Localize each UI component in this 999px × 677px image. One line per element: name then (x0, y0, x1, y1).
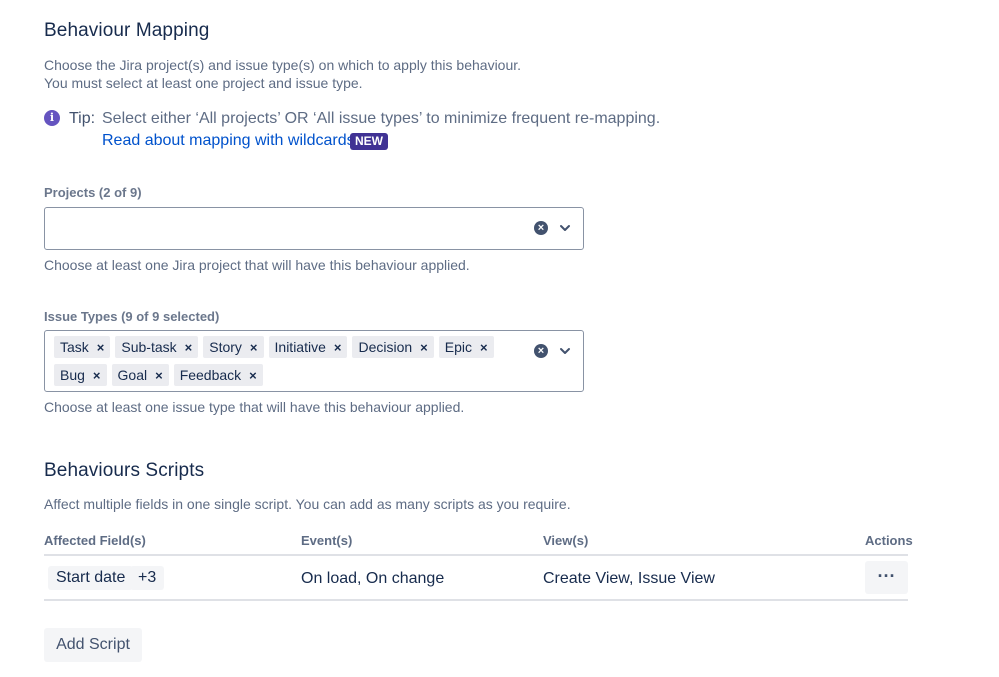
tag-label: Bug (60, 367, 85, 383)
remove-tag-icon[interactable]: × (249, 368, 257, 383)
add-script-button[interactable]: Add Script (44, 628, 142, 662)
ellipsis-icon: ··· (877, 566, 896, 586)
more-fields-chip[interactable]: +3 (130, 566, 165, 590)
tip-text: Select either ‘All projects’ OR ‘All iss… (102, 110, 661, 127)
tip-label: Tip: (69, 110, 96, 127)
field-chip: Start date (48, 566, 134, 590)
tag-label: Story (209, 339, 242, 355)
clear-icon[interactable]: × (534, 221, 548, 235)
tag-label: Task (60, 339, 89, 355)
tag-label: Epic (444, 339, 472, 355)
issue-types-label: Issue Types (9 of 9 selected) (44, 309, 220, 324)
mapping-description-line2: You must select at least one project and… (44, 75, 363, 91)
projects-helper: Choose at least one Jira project that wi… (44, 257, 470, 273)
remove-tag-icon[interactable]: × (185, 340, 193, 355)
wildcards-link[interactable]: Read about mapping with wildcards (102, 132, 355, 150)
projects-label: Projects (2 of 9) (44, 185, 142, 200)
chevron-down-icon[interactable] (559, 345, 571, 357)
clear-icon[interactable]: × (534, 344, 548, 358)
tag-label: Feedback (179, 367, 242, 383)
tag-label: Initiative (274, 339, 326, 355)
column-affected-fields: Affected Field(s) (44, 533, 146, 548)
tag-label: Decision (358, 339, 413, 355)
views-cell: Create View, Issue View (543, 570, 715, 587)
scripts-description: Affect multiple fields in one single scr… (44, 496, 571, 512)
table-header-divider (44, 554, 908, 556)
remove-tag-icon[interactable]: × (155, 368, 163, 383)
issue-type-tag: Sub-task × (115, 336, 199, 358)
remove-tag-icon[interactable]: × (334, 340, 342, 355)
issue-type-tag: Task × (54, 336, 111, 358)
tag-label: Goal (117, 367, 148, 383)
issue-type-tag: Bug × (54, 364, 107, 386)
issue-type-tag: Goal × (111, 364, 169, 386)
column-actions: Actions (865, 533, 913, 548)
issue-type-tags: Task × Sub-task × Story × Initiative × Decis… (54, 336, 524, 386)
issue-types-helper: Choose at least one issue type that will… (44, 399, 465, 415)
more-actions-button[interactable]: ··· (865, 561, 908, 594)
remove-tag-icon[interactable]: × (97, 340, 105, 355)
tag-label: Sub-task (121, 339, 177, 355)
issue-type-tag: Feedback × (173, 364, 263, 386)
remove-tag-icon[interactable]: × (93, 368, 101, 383)
events-cell: On load, On change (301, 570, 445, 587)
column-events: Event(s) (301, 533, 353, 548)
mapping-description-line1: Choose the Jira project(s) and issue typ… (44, 57, 522, 73)
chevron-down-icon[interactable] (559, 222, 571, 234)
remove-tag-icon[interactable]: × (250, 340, 258, 355)
issue-type-tag: Epic × (438, 336, 494, 358)
mapping-title: Behaviour Mapping (44, 20, 210, 41)
table-row-divider (44, 599, 908, 601)
projects-select[interactable]: × (44, 207, 584, 250)
issue-type-tag: Initiative × (268, 336, 348, 358)
scripts-title: Behaviours Scripts (44, 460, 205, 481)
remove-tag-icon[interactable]: × (420, 340, 428, 355)
info-icon: i (44, 110, 60, 126)
issue-type-tag: Story × (203, 336, 264, 358)
column-views: View(s) (543, 533, 589, 548)
new-badge: NEW (350, 133, 388, 150)
remove-tag-icon[interactable]: × (480, 340, 488, 355)
issue-type-tag: Decision × (352, 336, 434, 358)
issue-types-select[interactable]: Task × Sub-task × Story × Initiative × Decis… (44, 330, 584, 392)
